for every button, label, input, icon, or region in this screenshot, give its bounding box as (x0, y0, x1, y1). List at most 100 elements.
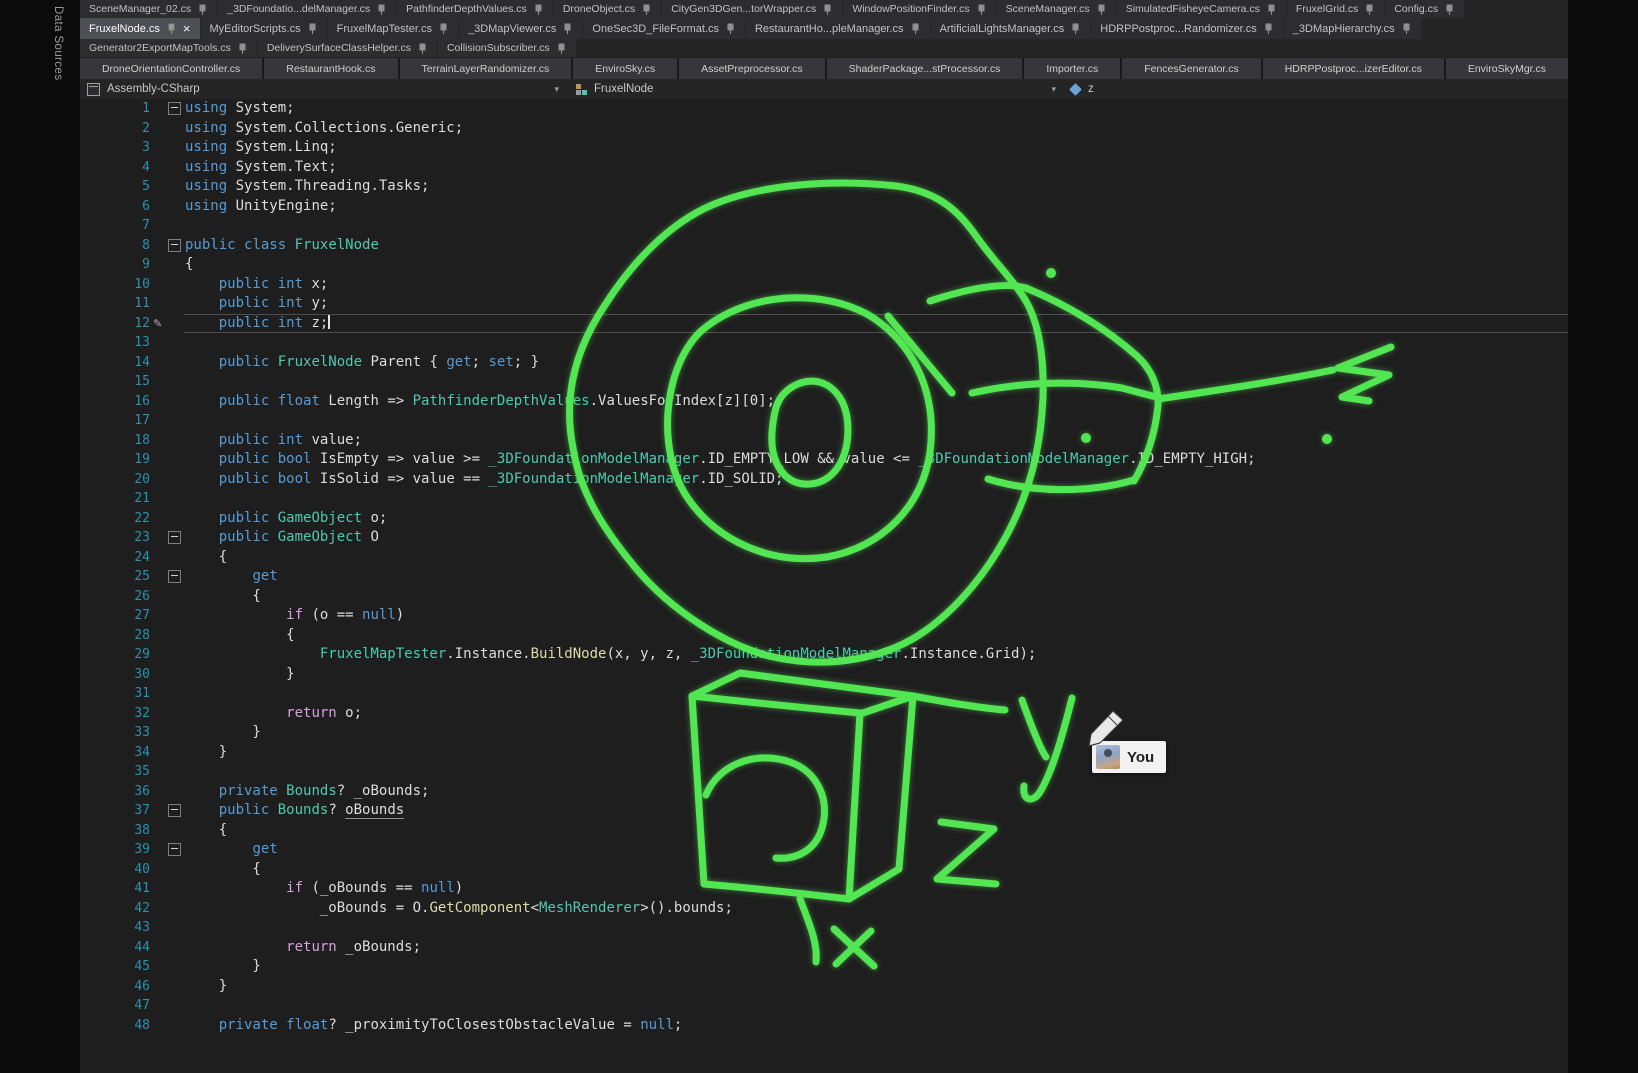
line-number[interactable]: 34 (80, 743, 150, 763)
code-line[interactable]: using UnityEngine; (185, 197, 337, 217)
line-number[interactable]: 42 (80, 899, 150, 919)
pin-icon[interactable] (977, 4, 987, 15)
tab-enviroskymgr-cs[interactable]: EnviroSkyMgr.cs (1446, 58, 1568, 79)
tab-shaderpackage-stprocessor-cs[interactable]: ShaderPackage...stProcessor.cs (827, 58, 1023, 79)
code-line[interactable]: } (185, 977, 227, 997)
code-line[interactable]: using System.Text; (185, 158, 337, 178)
fold-marker[interactable] (168, 804, 181, 817)
line-number[interactable]: 19 (80, 450, 150, 470)
line-number[interactable]: 31 (80, 684, 150, 704)
tab-droneorientationcontroller-cs[interactable]: DroneOrientationController.cs (80, 58, 262, 79)
line-number[interactable]: 44 (80, 938, 150, 958)
tab-scenemanager-cs[interactable]: SceneManager.cs (997, 0, 1116, 18)
fold-marker[interactable] (168, 843, 181, 856)
tab-simulatedfisheyecamera-cs[interactable]: SimulatedFisheyeCamera.cs (1117, 0, 1286, 18)
code-editor[interactable]: 1using System;2using System.Collections.… (80, 99, 1568, 1073)
code-line[interactable]: } (185, 957, 261, 977)
close-icon[interactable]: × (183, 22, 191, 35)
line-number[interactable]: 8 (80, 236, 150, 256)
tab-fencesgenerator-cs[interactable]: FencesGenerator.cs (1122, 58, 1261, 79)
member-dropdown[interactable]: z (1064, 79, 1568, 99)
code-line[interactable]: _oBounds = O.GetComponent<MeshRenderer>(… (185, 899, 733, 919)
pin-icon[interactable] (1264, 23, 1274, 34)
tab-restauranthook-cs[interactable]: RestaurantHook.cs (264, 58, 397, 79)
line-number[interactable]: 18 (80, 431, 150, 451)
code-line[interactable]: using System.Collections.Generic; (185, 119, 463, 139)
pin-icon[interactable] (198, 4, 208, 15)
pin-icon[interactable] (563, 23, 573, 34)
line-number[interactable]: 6 (80, 197, 150, 217)
pin-icon[interactable] (1071, 23, 1081, 34)
code-line[interactable]: public bool IsEmpty => value >= _3DFound… (185, 450, 1256, 470)
code-line[interactable]: private Bounds? _oBounds; (185, 782, 429, 802)
line-number[interactable]: 13 (80, 333, 150, 353)
code-line[interactable]: public class FruxelNode (185, 236, 379, 256)
line-number[interactable]: 40 (80, 860, 150, 880)
code-line[interactable]: public int y; (185, 294, 328, 314)
code-line[interactable]: public float Length => PathfinderDepthVa… (185, 392, 775, 412)
line-number[interactable]: 1 (80, 99, 150, 119)
line-number[interactable]: 15 (80, 372, 150, 392)
fold-marker[interactable] (168, 531, 181, 544)
tab-collisionsubscriber-cs[interactable]: CollisionSubscriber.cs (438, 39, 576, 57)
line-number[interactable]: 22 (80, 509, 150, 529)
line-number[interactable]: 24 (80, 548, 150, 568)
code-line[interactable]: } (185, 743, 227, 763)
line-number[interactable]: 12 (80, 314, 150, 334)
line-number[interactable]: 38 (80, 821, 150, 841)
line-number[interactable]: 25 (80, 567, 150, 587)
tab-generator2exportmaptools-cs[interactable]: Generator2ExportMapTools.cs (80, 39, 257, 57)
code-line[interactable]: FruxelMapTester.Instance.BuildNode(x, y,… (185, 645, 1036, 665)
line-number[interactable]: 48 (80, 1016, 150, 1036)
code-line[interactable]: public GameObject o; (185, 509, 387, 529)
line-number[interactable]: 43 (80, 918, 150, 938)
pin-icon[interactable] (167, 23, 177, 34)
pin-icon[interactable] (534, 4, 544, 15)
pin-icon[interactable] (238, 43, 248, 54)
code-line[interactable]: { (185, 821, 227, 841)
line-number[interactable]: 17 (80, 411, 150, 431)
code-line[interactable]: using System; (185, 99, 295, 119)
fold-marker[interactable] (168, 102, 181, 115)
code-line[interactable]: { (185, 860, 261, 880)
code-line[interactable]: } (185, 723, 261, 743)
tab-3dfoundatio-delmanager-cs[interactable]: _3DFoundatio...delManager.cs (218, 0, 396, 18)
line-number[interactable]: 36 (80, 782, 150, 802)
line-number[interactable]: 10 (80, 275, 150, 295)
code-line[interactable]: public int x; (185, 275, 328, 295)
pin-icon[interactable] (642, 4, 652, 15)
code-line[interactable]: return _oBounds; (185, 938, 421, 958)
tab-restaurantho-plemanager-cs[interactable]: RestaurantHo...pleManager.cs (746, 18, 930, 39)
line-number[interactable]: 47 (80, 996, 150, 1016)
pin-icon[interactable] (1097, 4, 1107, 15)
pin-icon[interactable] (377, 4, 387, 15)
tab-3dmapviewer-cs[interactable]: _3DMapViewer.cs (459, 18, 582, 39)
code-line[interactable]: { (185, 548, 227, 568)
tab-windowpositionfinder-cs[interactable]: WindowPositionFinder.cs (843, 0, 995, 18)
code-line[interactable]: get (185, 567, 278, 587)
line-number[interactable]: 21 (80, 489, 150, 509)
line-number[interactable]: 32 (80, 704, 150, 724)
line-number[interactable]: 26 (80, 587, 150, 607)
tab-assetpreprocessor-cs[interactable]: AssetPreprocessor.cs (679, 58, 825, 79)
pin-icon[interactable] (1267, 4, 1277, 15)
line-number[interactable]: 29 (80, 645, 150, 665)
pin-icon[interactable] (823, 4, 833, 15)
data-sources-tab[interactable]: Data Sources (52, 6, 64, 80)
code-line[interactable]: { (185, 255, 193, 275)
tab-config-cs[interactable]: Config.cs (1385, 0, 1464, 18)
fold-marker[interactable] (168, 570, 181, 583)
line-number[interactable]: 4 (80, 158, 150, 178)
fold-marker[interactable] (168, 239, 181, 252)
tab-3dmaphierarchy-cs[interactable]: _3DMapHierarchy.cs (1284, 18, 1421, 39)
code-line[interactable]: if (o == null) (185, 606, 404, 626)
line-number[interactable]: 5 (80, 177, 150, 197)
tab-deliverysurfaceclasshelper-cs[interactable]: DeliverySurfaceClassHelper.cs (258, 39, 437, 57)
tab-myeditorscripts-cs[interactable]: MyEditorScripts.cs (201, 18, 327, 39)
line-number[interactable]: 41 (80, 879, 150, 899)
line-number[interactable]: 45 (80, 957, 150, 977)
tab-pathfinderdepthvalues-cs[interactable]: PathfinderDepthValues.cs (397, 0, 553, 18)
code-line[interactable]: using System.Linq; (185, 138, 337, 158)
line-number[interactable]: 7 (80, 216, 150, 236)
code-line[interactable]: if (_oBounds == null) (185, 879, 463, 899)
